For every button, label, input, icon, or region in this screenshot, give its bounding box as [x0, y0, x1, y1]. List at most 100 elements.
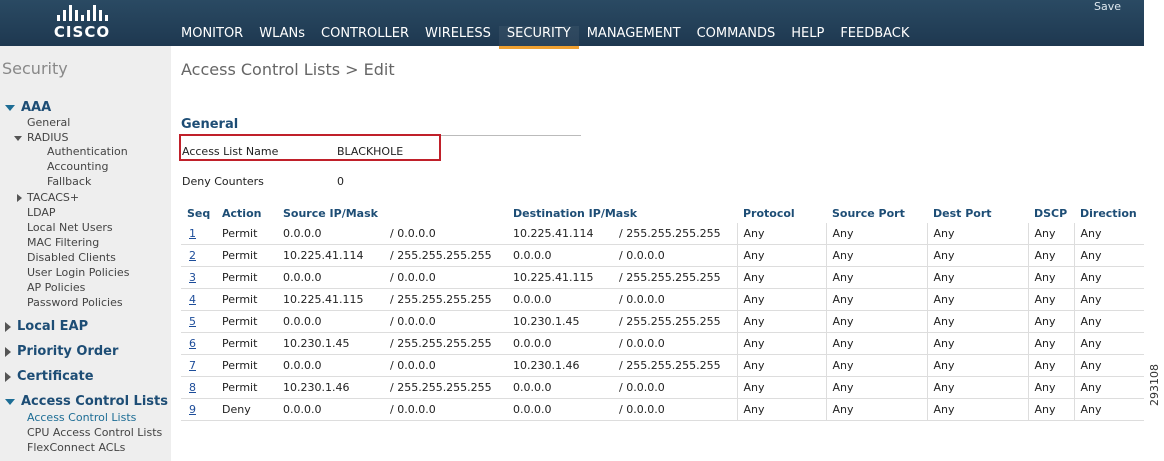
sidebar-group-label: Local EAP	[17, 319, 89, 334]
sidebar-item-accounting[interactable]: Accounting	[47, 160, 108, 173]
rule-seq-link[interactable]: 5	[181, 310, 216, 333]
rule-seq-link[interactable]: 7	[181, 354, 216, 377]
sidebar-group-certificate[interactable]: Certificate	[5, 369, 94, 384]
sidebar-item-ldap[interactable]: LDAP	[27, 206, 56, 219]
cisco-logo: CISCO	[48, 3, 116, 43]
table-row: 9 Deny 0.0.0.0/ 0.0.0.0 0.0.0.0/ 0.0.0.0 Any…	[181, 398, 1144, 421]
sidebar-item-fallback[interactable]: Fallback	[47, 175, 91, 188]
nav-feedback[interactable]: FEEDBACK	[832, 26, 917, 46]
rule-direction: Any	[1073, 244, 1144, 267]
sidebar-item-cpu-access-control-lists[interactable]: CPU Access Control Lists	[27, 426, 162, 439]
column-header-direction: Direction	[1080, 206, 1137, 220]
rule-source-mask: / 0.0.0.0	[384, 398, 507, 421]
nav-commands[interactable]: COMMANDS	[689, 26, 784, 46]
rule-direction: Any	[1073, 332, 1144, 355]
rule-source-ip: 0.0.0.0	[277, 398, 384, 421]
rule-seq-link[interactable]: 4	[181, 288, 216, 311]
table-row: 5 Permit 0.0.0.0/ 0.0.0.0 10.230.1.45/ 255.…	[181, 310, 1144, 333]
sidebar-item-label: RADIUS	[27, 131, 69, 144]
rule-source-port: Any	[825, 398, 927, 421]
column-header-destination: Destination IP/Mask	[513, 206, 638, 220]
rule-destination-ip: 0.0.0.0	[507, 288, 613, 311]
access-list-name-value: BLACKHOLE	[337, 145, 404, 158]
sidebar-item-general[interactable]: General	[27, 116, 70, 129]
rule-destination-ip: 10.230.1.45	[507, 310, 613, 333]
sidebar-group-label: Priority Order	[17, 344, 119, 359]
access-list-name-label: Access List Name	[182, 145, 279, 158]
sidebar-item-authentication[interactable]: Authentication	[47, 145, 128, 158]
rule-dest-port: Any	[926, 376, 1028, 399]
rule-source-mask: / 255.255.255.255	[384, 332, 507, 355]
rule-seq-link[interactable]: 2	[181, 244, 216, 267]
page-title: Access Control Lists > Edit	[181, 60, 395, 79]
rule-destination-mask: / 0.0.0.0	[613, 376, 737, 399]
rule-seq-link[interactable]: 6	[181, 332, 216, 355]
rule-source-port: Any	[825, 223, 927, 245]
rule-destination-ip: 0.0.0.0	[507, 244, 613, 267]
sidebar: Security AAA General RADIUS Authenticati…	[0, 46, 171, 461]
expanded-triangle-icon	[5, 398, 15, 405]
rule-dest-port: Any	[926, 223, 1028, 245]
rule-dscp: Any	[1027, 223, 1074, 245]
rule-direction: Any	[1073, 288, 1144, 311]
rule-source-ip: 0.0.0.0	[277, 266, 384, 289]
sidebar-group-priority-order[interactable]: Priority Order	[5, 344, 118, 359]
sidebar-item-flexconnect-acls[interactable]: FlexConnect ACLs	[27, 441, 125, 454]
rule-seq-link[interactable]: 3	[181, 266, 216, 289]
nav-management[interactable]: MANAGEMENT	[579, 26, 689, 46]
rule-destination-mask: / 255.255.255.255	[613, 310, 737, 333]
nav-help[interactable]: HELP	[783, 26, 832, 46]
nav-security[interactable]: SECURITY	[498, 26, 579, 49]
sidebar-group-access-control-lists[interactable]: Access Control Lists	[5, 394, 168, 409]
sidebar-group-aaa[interactable]: AAA	[5, 100, 51, 115]
collapsed-triangle-icon	[5, 371, 11, 382]
rule-source-ip: 10.225.41.115	[277, 288, 384, 311]
cisco-logo-text: CISCO	[53, 23, 111, 41]
sidebar-item-disabled-clients[interactable]: Disabled Clients	[27, 251, 116, 264]
rule-protocol: Any	[736, 398, 826, 421]
sidebar-item-local-net-users[interactable]: Local Net Users	[27, 221, 113, 234]
rule-direction: Any	[1073, 376, 1144, 399]
rule-source-ip: 10.225.41.114	[277, 244, 384, 267]
nav-monitor[interactable]: MONITOR	[173, 26, 251, 46]
rule-source-mask: / 0.0.0.0	[384, 223, 507, 245]
nav-controller[interactable]: CONTROLLER	[313, 26, 417, 46]
column-header-protocol: Protocol	[743, 206, 795, 220]
table-header-row: Seq Action Source IP/Mask Destination IP…	[181, 203, 1144, 223]
nav-wireless[interactable]: WIRELESS	[417, 26, 499, 46]
rule-action: Permit	[216, 244, 277, 267]
nav-wlans[interactable]: WLANs	[251, 26, 313, 46]
rule-seq-link[interactable]: 9	[181, 398, 216, 421]
acl-rules-body: 1 Permit 0.0.0.0/ 0.0.0.0 10.225.41.114/ 25…	[181, 223, 1144, 421]
rule-destination-mask: / 0.0.0.0	[613, 398, 737, 421]
collapsed-triangle-icon	[5, 321, 11, 332]
sidebar-group-local-eap[interactable]: Local EAP	[5, 319, 88, 334]
rule-source-ip: 0.0.0.0	[277, 354, 384, 377]
rule-destination-ip: 10.225.41.115	[507, 266, 613, 289]
rule-protocol: Any	[736, 223, 826, 245]
sidebar-item-mac-filtering[interactable]: MAC Filtering	[27, 236, 99, 249]
collapsed-triangle-icon	[17, 194, 22, 202]
rule-action: Permit	[216, 376, 277, 399]
rule-destination-mask: / 0.0.0.0	[613, 332, 737, 355]
rule-action: Deny	[216, 398, 277, 421]
rule-source-mask: / 255.255.255.255	[384, 288, 507, 311]
rule-direction: Any	[1073, 354, 1144, 377]
rule-seq-link[interactable]: 1	[181, 223, 216, 245]
sidebar-item-label: TACACS+	[27, 191, 80, 204]
rule-destination-ip: 0.0.0.0	[507, 376, 613, 399]
rule-dest-port: Any	[926, 244, 1028, 267]
sidebar-item-ap-policies[interactable]: AP Policies	[27, 281, 85, 294]
sidebar-item-user-login-policies[interactable]: User Login Policies	[27, 266, 129, 279]
save-link[interactable]: Save	[1094, 0, 1121, 13]
sidebar-item-tacacs[interactable]: TACACS+	[17, 191, 79, 204]
cisco-logo-bars-icon	[48, 3, 116, 21]
sidebar-item-radius[interactable]: RADIUS	[14, 131, 68, 144]
rule-source-port: Any	[825, 288, 927, 311]
rule-destination-ip: 10.230.1.46	[507, 354, 613, 377]
rule-destination-ip: 0.0.0.0	[507, 332, 613, 355]
sidebar-item-access-control-lists[interactable]: Access Control Lists	[27, 411, 136, 424]
rule-seq-link[interactable]: 8	[181, 376, 216, 399]
acl-rules-table: Seq Action Source IP/Mask Destination IP…	[181, 203, 1144, 421]
sidebar-item-password-policies[interactable]: Password Policies	[27, 296, 123, 309]
